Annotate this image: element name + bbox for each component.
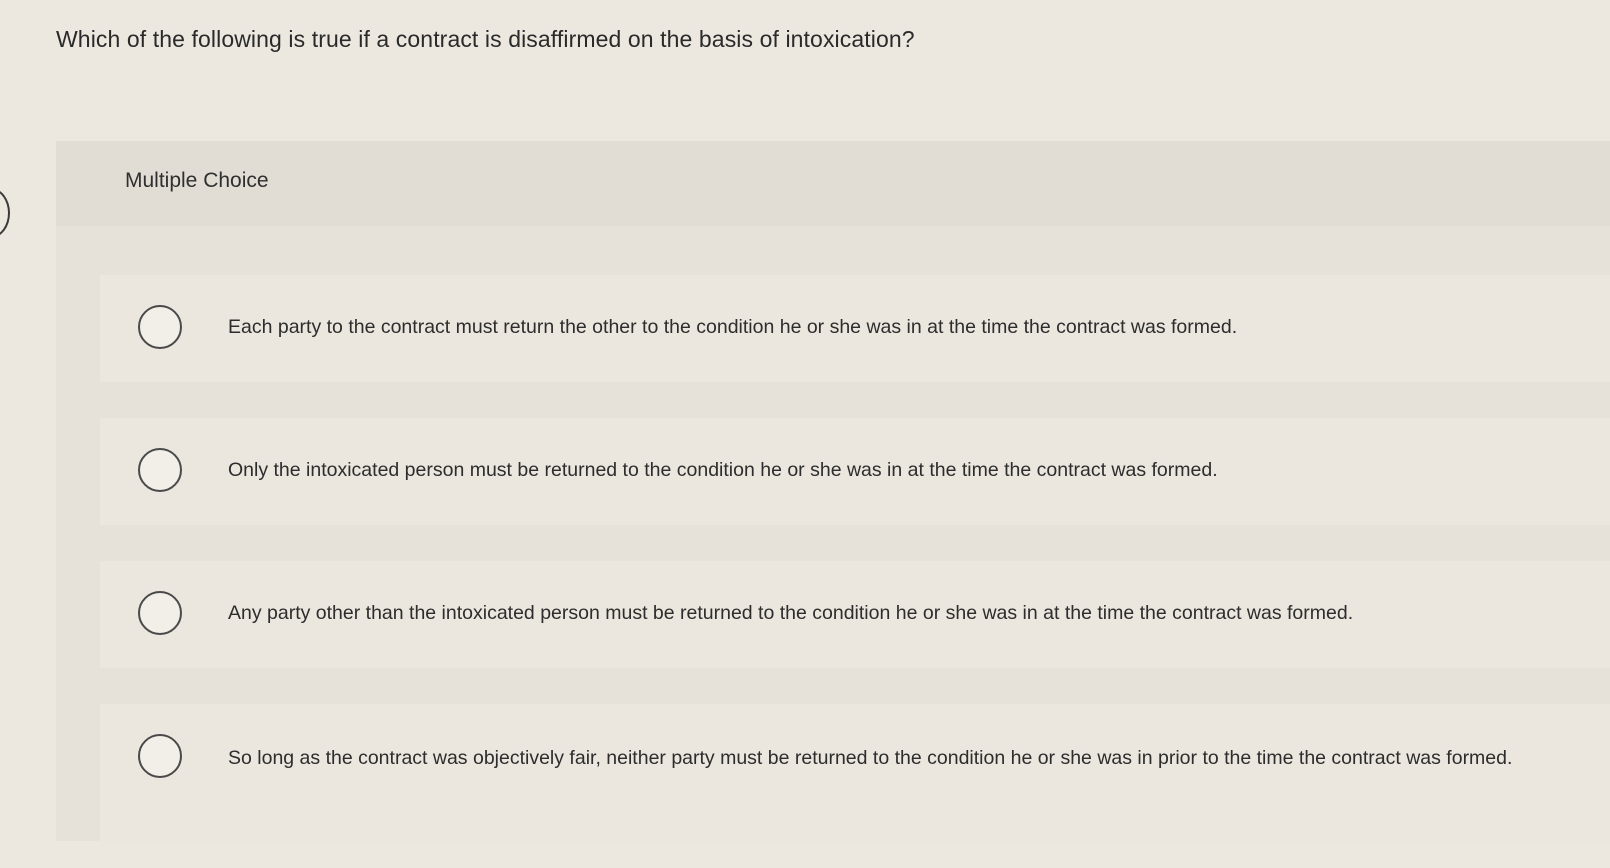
radio-button[interactable] [138, 448, 182, 492]
answer-option-label[interactable]: So long as the contract was objectively … [228, 744, 1570, 772]
side-tab-handle[interactable] [0, 188, 10, 238]
answer-option-3[interactable]: Any party other than the intoxicated per… [100, 561, 1610, 668]
question-type-label: Multiple Choice [125, 169, 269, 192]
answer-option-4[interactable]: So long as the contract was objectively … [100, 704, 1610, 846]
answer-option-2[interactable]: Only the intoxicated person must be retu… [100, 418, 1610, 525]
radio-button[interactable] [138, 591, 182, 635]
panel-header: Multiple Choice [56, 141, 1610, 226]
radio-button[interactable] [138, 734, 182, 778]
answer-options: Each party to the contract must return t… [100, 275, 1610, 846]
question-text: Which of the following is true if a cont… [56, 26, 915, 52]
answer-option-label[interactable]: Any party other than the intoxicated per… [228, 599, 1570, 627]
answer-option-label[interactable]: Each party to the contract must return t… [228, 313, 1570, 341]
radio-button[interactable] [138, 305, 182, 349]
multiple-choice-panel: Multiple Choice Each party to the contra… [56, 141, 1610, 846]
answer-option-1[interactable]: Each party to the contract must return t… [100, 275, 1610, 382]
answer-option-label[interactable]: Only the intoxicated person must be retu… [228, 456, 1570, 484]
